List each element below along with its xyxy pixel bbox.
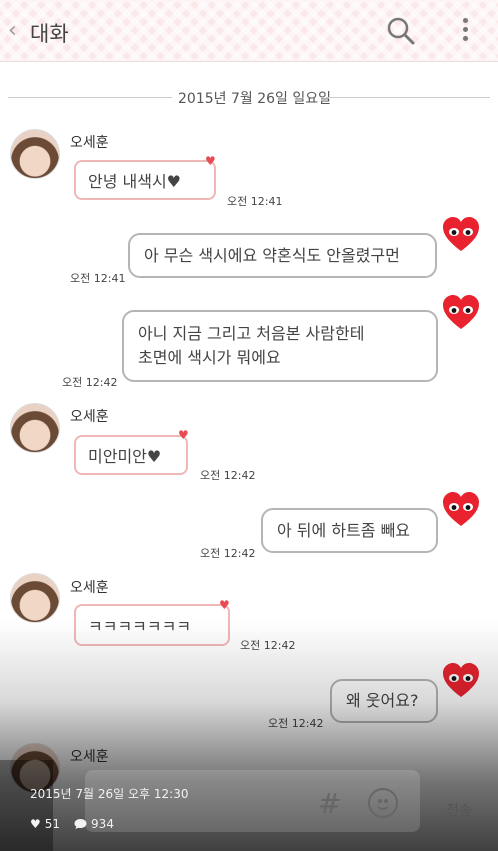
- message-bubble-outgoing: 왜 웃어요?: [330, 679, 438, 723]
- message-time: 오전 12:41: [70, 272, 126, 285]
- sender-name: 오세훈: [70, 749, 109, 765]
- post-stats: ♥ 51 934: [30, 817, 114, 831]
- date-divider: 2015년 7월 26일 일요일: [178, 91, 331, 107]
- message-text: 미안미안♥: [88, 447, 162, 466]
- avatar[interactable]: [10, 403, 60, 453]
- page-title: 대화: [30, 22, 69, 46]
- heart-eyes-icon: [443, 492, 479, 526]
- post-date: 2015년 7월 26일 오후 12:30: [30, 787, 189, 801]
- message-text: ㅋㅋㅋㅋㅋㅋㅋ: [88, 617, 192, 636]
- message-time: 오전 12:41: [227, 195, 283, 208]
- avatar[interactable]: [10, 573, 60, 623]
- comments-count: 934: [91, 817, 114, 831]
- emoji-icon[interactable]: [368, 788, 398, 818]
- message-bubble-outgoing: 아 무슨 색시에요 약혼식도 안올렸구먼: [128, 233, 437, 278]
- heart-eyes-icon: [443, 217, 479, 251]
- sender-name: 오세훈: [70, 580, 109, 596]
- heart-icon: ♥: [219, 598, 230, 612]
- likes-count: 51: [44, 817, 61, 831]
- message-time: 오전 12:42: [240, 639, 296, 652]
- heart-eyes-icon: [443, 295, 479, 329]
- heart-icon: ♥: [205, 154, 216, 168]
- thumbnail-panel: [0, 760, 53, 851]
- heart-icon: ♥: [178, 428, 189, 442]
- message-time: 오전 12:42: [268, 717, 324, 730]
- message-time: 오전 12:42: [200, 547, 256, 560]
- back-icon[interactable]: ‹: [8, 18, 17, 43]
- heart-icon: ♥: [30, 817, 41, 831]
- message-text: 아 뒤에 하트좀 빼요: [277, 520, 411, 540]
- likes-count-item[interactable]: ♥ 51: [30, 817, 60, 831]
- comment-icon: [74, 819, 87, 829]
- message-bubble-incoming: 미안미안♥: [74, 435, 188, 475]
- app-header: ‹ 대화: [0, 0, 498, 62]
- message-bubble-incoming: ㅋㅋㅋㅋㅋㅋㅋ: [74, 604, 230, 646]
- message-bubble-outgoing: 아니 지금 그리고 처음본 사람한테 초면에 색시가 뭐에요: [122, 310, 438, 382]
- message-text: 안녕 내색시♥: [88, 172, 182, 191]
- message-bubble-outgoing: 아 뒤에 하트좀 빼요: [261, 508, 438, 553]
- sender-name: 오세훈: [70, 135, 109, 151]
- sender-name: 오세훈: [70, 409, 109, 425]
- message-text: 아니 지금 그리고 처음본 사람한테 초면에 색시가 뭐에요: [138, 324, 365, 367]
- message-time: 오전 12:42: [62, 376, 118, 389]
- heart-eyes-icon: [443, 663, 479, 697]
- message-text: 왜 웃어요?: [346, 691, 419, 710]
- message-bubble-incoming: 안녕 내색시♥: [74, 160, 216, 200]
- message-text: 아 무슨 색시에요 약혼식도 안올렸구먼: [144, 245, 400, 265]
- divider-left: [8, 97, 172, 98]
- more-menu-icon[interactable]: [460, 18, 470, 44]
- divider-right: [326, 97, 490, 98]
- message-time: 오전 12:42: [200, 469, 256, 482]
- send-button[interactable]: 전송: [446, 800, 472, 820]
- hashtag-button[interactable]: #: [318, 787, 341, 820]
- avatar[interactable]: [10, 129, 60, 179]
- search-icon[interactable]: [386, 16, 416, 46]
- comments-count-item[interactable]: 934: [74, 817, 114, 831]
